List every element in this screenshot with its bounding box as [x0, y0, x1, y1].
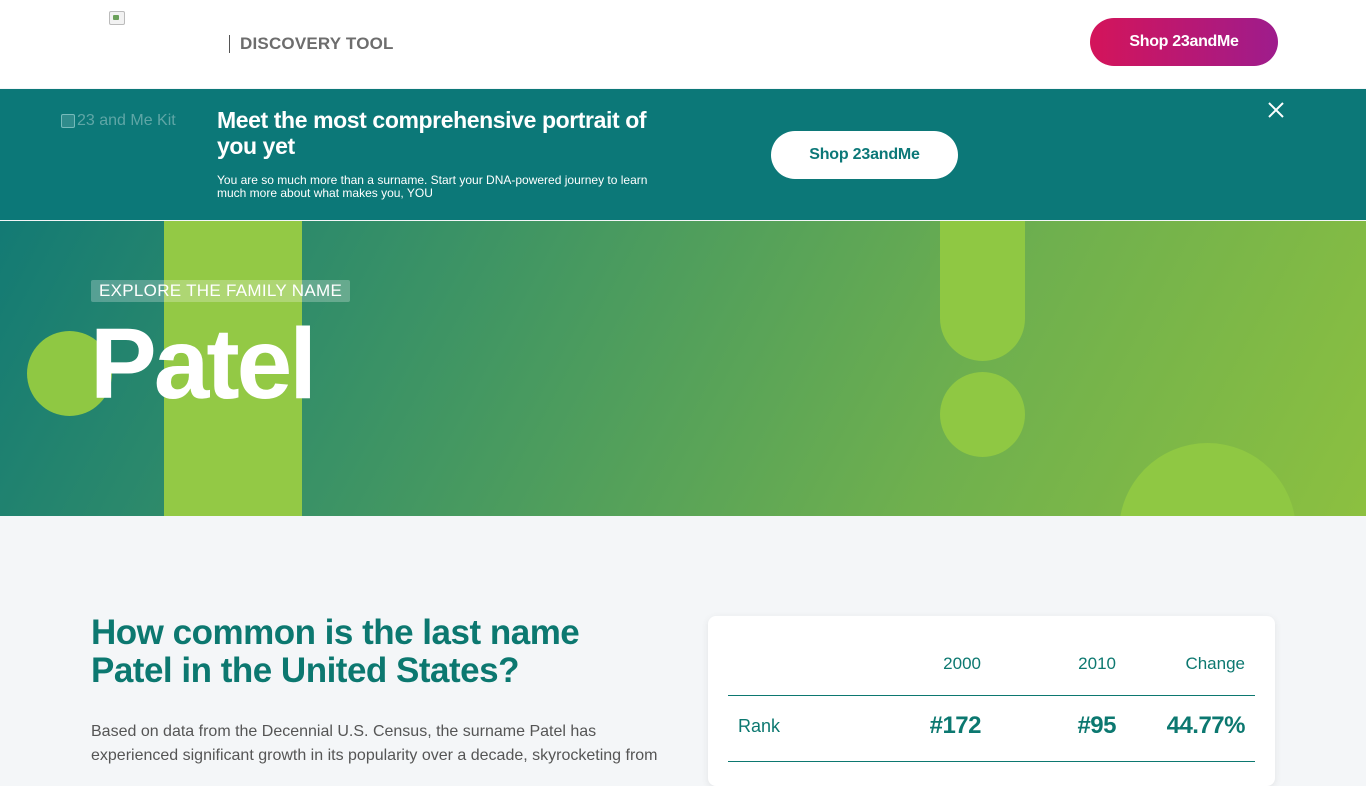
column-header-2010: 2010	[1078, 654, 1116, 673]
row-label-rank: Rank	[738, 716, 781, 736]
close-icon[interactable]	[1265, 99, 1287, 121]
section-text: Based on data from the Decennial U.S. Ce…	[91, 723, 658, 764]
kit-image-alt: 23 and Me Kit	[77, 112, 176, 129]
surname-title: Patel	[90, 308, 317, 420]
broken-image-icon	[61, 114, 75, 128]
banner-title: Meet the most comprehensive portrait of …	[217, 107, 647, 159]
banner-description: You are so much more than a surname. Sta…	[217, 173, 648, 200]
hero-eyebrow: EXPLORE THE FAMILY NAME	[91, 280, 351, 302]
hero-section: EXPLORE THE FAMILY NAME Patel	[0, 221, 1366, 516]
decorative-pill	[940, 221, 1025, 361]
kit-image: 23 and Me Kit	[61, 112, 176, 130]
banner-shop-button[interactable]: Shop 23andMe	[771, 131, 958, 179]
table-divider	[728, 761, 1255, 762]
header-divider	[229, 35, 230, 53]
rank-2010-value: #95	[1077, 712, 1116, 739]
site-header: DISCOVERY TOOL Shop 23andMe	[0, 0, 1366, 88]
shop-23andme-button[interactable]: Shop 23andMe	[1090, 18, 1278, 66]
stats-table-card: 2000 2010 Change Rank #172 #95 44.77%	[708, 616, 1275, 786]
column-header-change: Change	[1185, 654, 1245, 673]
tool-name: DISCOVERY TOOL	[240, 34, 394, 53]
column-header-2000: 2000	[943, 654, 981, 673]
section-title: How common is the last name Patel in the…	[91, 613, 580, 690]
promo-banner: 23 and Me Kit Meet the most comprehensiv…	[0, 89, 1366, 220]
decorative-half-circle	[1119, 443, 1296, 516]
table-divider	[728, 695, 1255, 696]
logo-image[interactable]	[109, 11, 125, 25]
decorative-circle	[940, 372, 1025, 457]
rank-2000-value: #172	[929, 712, 982, 739]
rank-change-value: 44.77%	[1166, 712, 1246, 739]
